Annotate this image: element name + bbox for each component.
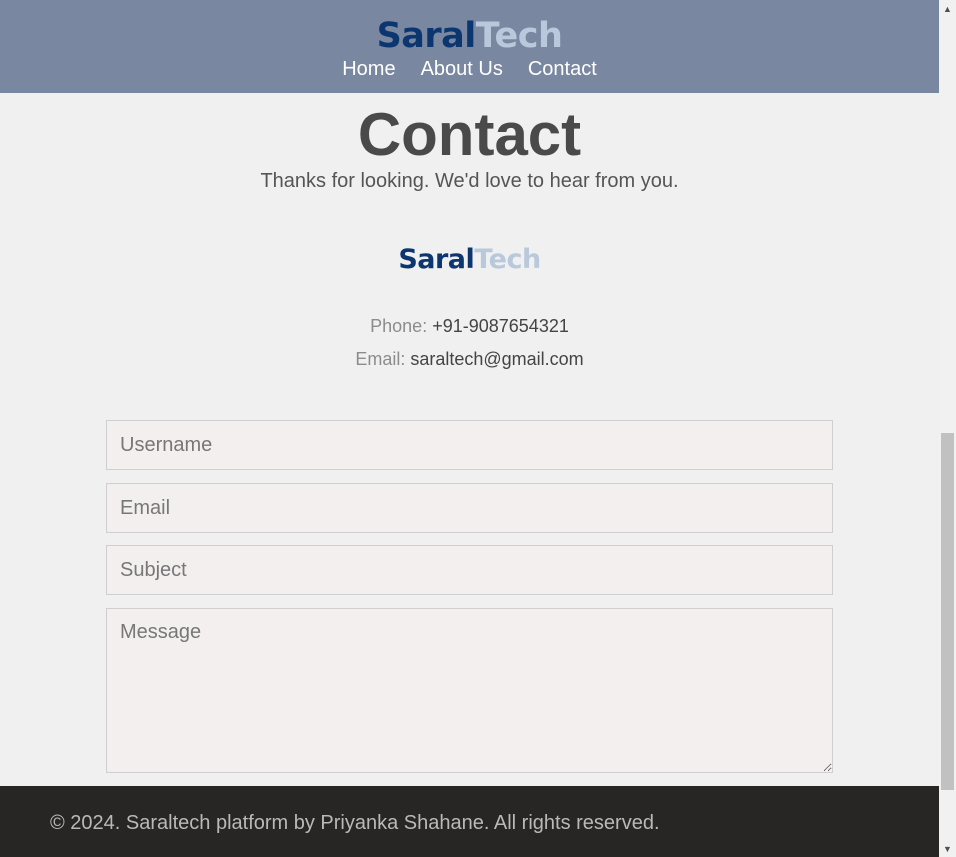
email-label: Email: (355, 349, 406, 369)
message-textarea[interactable] (106, 608, 833, 773)
contact-email: Email: saraltech@gmail.com (0, 348, 939, 370)
browser-viewport: SaralTech Home About Us Contact Contact … (0, 0, 956, 857)
vertical-scrollbar[interactable]: ▲ ▼ (939, 0, 956, 857)
site-logo[interactable]: SaralTech (0, 14, 939, 58)
phone-value: +91-9087654321 (432, 316, 569, 336)
scrollbar-thumb[interactable] (941, 433, 954, 790)
site-footer: © 2024. Saraltech platform by Priyanka S… (0, 786, 939, 857)
logo-part-saral: Saral (376, 16, 477, 56)
contact-phone: Phone: +91-9087654321 (0, 315, 939, 337)
page: SaralTech Home About Us Contact Contact … (0, 0, 939, 857)
nav-link-about-us[interactable]: About Us (421, 57, 503, 81)
footer-copyright: © 2024. Saraltech platform by Priyanka S… (50, 812, 660, 834)
nav-link-home[interactable]: Home (342, 57, 395, 81)
email-value: saraltech@gmail.com (410, 349, 584, 369)
contact-logo-part-tech: Tech (474, 244, 541, 275)
phone-label: Phone: (370, 316, 428, 336)
page-subtitle: Thanks for looking. We'd love to hear fr… (260, 170, 679, 192)
nav-link-contact[interactable]: Contact (528, 57, 597, 81)
subject-input[interactable] (106, 545, 833, 595)
main-nav: Home About Us Contact (0, 57, 939, 81)
username-input[interactable] (106, 420, 833, 470)
arrow-down-icon[interactable]: ▼ (939, 840, 956, 857)
contact-logo-part-saral: Saral (398, 244, 475, 275)
contact-logo: SaralTech (0, 242, 939, 278)
arrow-up-icon[interactable]: ▲ (939, 0, 956, 17)
site-header: SaralTech Home About Us Contact (0, 0, 939, 93)
page-title: Contact (357, 101, 582, 168)
logo-part-tech: Tech (475, 16, 563, 56)
email-input[interactable] (106, 483, 833, 533)
